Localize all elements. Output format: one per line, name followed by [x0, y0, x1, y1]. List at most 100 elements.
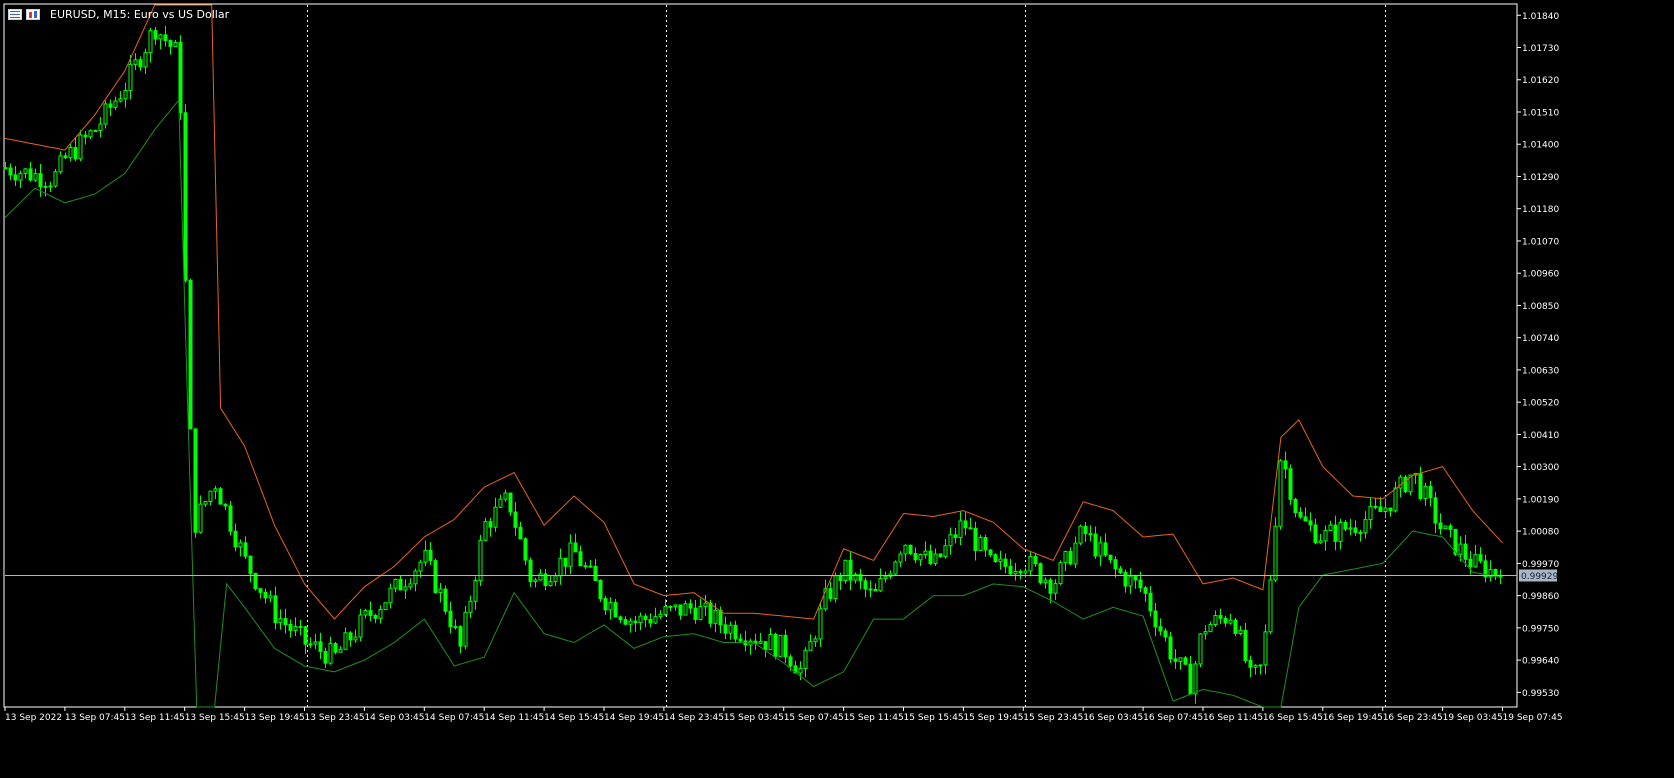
chart-window[interactable]: 1.01840 1.01730 1.01620 1.01510 1.01400 1.012… — [0, 0, 1674, 778]
candle-body — [288, 623, 293, 631]
candle-body — [728, 624, 733, 634]
candle-body — [838, 575, 843, 582]
candle-body — [518, 526, 523, 540]
candle-body — [493, 506, 498, 528]
candle-body — [408, 583, 413, 588]
candle-body — [193, 428, 198, 533]
candle-body — [313, 641, 318, 645]
candle-body — [1258, 664, 1263, 667]
candle-body — [1253, 664, 1258, 668]
candle-body — [18, 172, 23, 181]
candle-body — [88, 130, 93, 138]
time-axis-label: 14 Sep 07:45 — [424, 713, 484, 723]
candle-body — [478, 539, 483, 582]
candle-body — [1248, 660, 1253, 668]
candle-body — [123, 90, 128, 100]
time-axis-label: 14 Sep 19:45 — [604, 713, 664, 723]
candle-body — [1493, 568, 1498, 577]
candle-body — [668, 605, 673, 608]
candle-body — [1168, 636, 1173, 660]
candle-body — [1423, 485, 1428, 499]
candle-body — [958, 520, 963, 539]
time-axis-label: 14 Sep 15:45 — [544, 713, 604, 723]
candle-body — [1433, 497, 1438, 524]
candle-body — [188, 279, 193, 430]
candle-body — [1333, 524, 1338, 542]
time-axis-label: 13 Sep 2022 — [5, 713, 62, 723]
candle-body — [723, 624, 728, 634]
time-axis-label: 15 Sep 23:45 — [1023, 713, 1083, 723]
candle-body — [533, 579, 538, 582]
candle-body — [153, 30, 158, 40]
candle-body — [273, 595, 278, 624]
price-axis-label: 1.01510 — [1522, 108, 1559, 118]
candle-body — [733, 624, 738, 640]
candle-body — [1363, 519, 1368, 534]
candle-body — [693, 607, 698, 620]
candle-body — [223, 503, 228, 507]
candle-body — [608, 602, 613, 611]
candle-body — [938, 553, 943, 558]
candle-body — [1193, 663, 1198, 695]
candle-body — [203, 501, 208, 505]
candle-body — [1208, 624, 1213, 633]
candle-body — [568, 542, 573, 567]
chart-type-icon — [26, 8, 40, 20]
price-axis-label: 1.01620 — [1522, 76, 1559, 86]
candle-body — [628, 620, 633, 625]
candle-body — [578, 551, 583, 567]
candle-body — [243, 542, 248, 557]
candle-body — [1263, 631, 1268, 666]
time-axis-label: 14 Sep 23:45 — [664, 713, 724, 723]
symbol-title: EURUSD, M15: Euro vs US Dollar — [50, 7, 230, 21]
candle-body — [1293, 498, 1298, 513]
time-axis-label: 19 Sep 03:45 — [1443, 713, 1503, 723]
candle-body — [778, 634, 783, 657]
candle-body — [48, 185, 53, 188]
candle-body — [963, 520, 968, 529]
price-axis-label: 1.01400 — [1522, 141, 1559, 151]
candle-body — [1323, 529, 1328, 542]
candle-body — [258, 588, 263, 593]
candle-body — [358, 614, 363, 638]
candle-body — [1273, 525, 1278, 581]
candle-body — [163, 34, 168, 42]
candle-body — [8, 167, 13, 176]
candle-body — [948, 534, 953, 547]
candle-body — [1138, 579, 1143, 589]
candle-body — [683, 603, 688, 616]
candle-body — [1093, 533, 1098, 557]
candle-body — [373, 614, 378, 619]
candle-body — [318, 641, 323, 652]
chart-canvas[interactable]: 1.01840 1.01730 1.01620 1.01510 1.01400 1.012… — [0, 0, 1674, 778]
candle-body — [383, 602, 388, 611]
candle-body — [483, 521, 488, 541]
time-axis-label: 13 Sep 07:45 — [65, 713, 125, 723]
candle-body — [508, 492, 513, 513]
price-axis-label: 0.99860 — [1522, 592, 1559, 602]
candle-body — [803, 649, 808, 669]
candle-body — [388, 587, 393, 604]
candle-body — [553, 575, 558, 583]
candle-body — [908, 544, 913, 554]
candle-body — [983, 536, 988, 551]
candle-body — [1278, 460, 1283, 527]
candle-body — [638, 615, 643, 624]
candle-body — [423, 549, 428, 563]
candle-body — [1348, 527, 1353, 530]
candle-body — [1218, 615, 1223, 619]
candle-body — [343, 632, 348, 650]
candle-body — [138, 59, 143, 68]
candle-body — [918, 553, 923, 561]
candle-body — [93, 129, 98, 132]
candle-body — [1213, 615, 1218, 626]
candle-body — [53, 171, 58, 187]
candle-body — [913, 552, 918, 561]
candle-body — [438, 588, 443, 593]
lower-band-line — [4, 98, 1503, 708]
time-axis-label: 15 Sep 11:45 — [844, 713, 904, 723]
candle-body — [748, 640, 753, 646]
candle-body — [1028, 556, 1033, 572]
candle-body — [968, 527, 973, 530]
price-axis-label: 1.00740 — [1522, 334, 1559, 344]
